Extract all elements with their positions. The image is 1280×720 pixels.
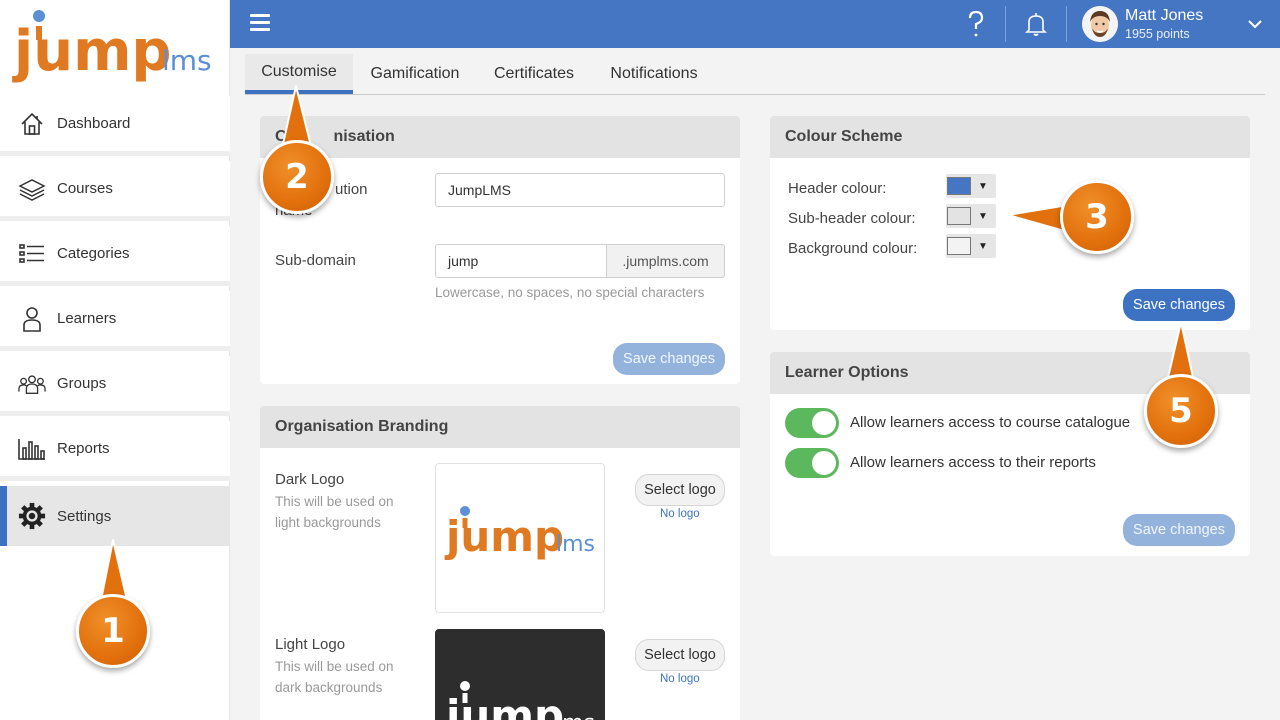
sidebar-item-dashboard[interactable]: Dashboard bbox=[0, 96, 230, 156]
organisation-name-input[interactable]: JumpLMS bbox=[435, 173, 725, 207]
hamburger-menu-icon[interactable] bbox=[250, 14, 270, 34]
jumplms-logo-preview: jump lms bbox=[444, 506, 595, 561]
branding-card-title: Organisation Branding bbox=[260, 406, 740, 448]
subdomain-label: Sub-domain bbox=[275, 252, 356, 269]
jumplms-logo[interactable]: jump lms bbox=[12, 8, 222, 92]
organisation-card-title: Onisation bbox=[260, 116, 740, 158]
catalogue-access-toggle[interactable] bbox=[785, 408, 839, 438]
dark-logo-hint-line1: This will be used on bbox=[275, 494, 394, 509]
caret-down-icon: ▼ bbox=[978, 210, 988, 222]
light-logo-hint-line1: This will be used on bbox=[275, 659, 394, 674]
sidebar-item-reports[interactable]: Reports bbox=[0, 421, 230, 481]
svg-text:lms: lms bbox=[556, 532, 595, 557]
sidebar-item-label: Learners bbox=[57, 310, 117, 327]
help-icon[interactable] bbox=[963, 10, 989, 38]
header-colour-swatch bbox=[947, 177, 971, 195]
jumplms-logo-preview-light: jump lms bbox=[444, 681, 595, 720]
tab-certificates[interactable]: Certificates bbox=[481, 54, 587, 94]
light-select-logo-button[interactable]: Select logo bbox=[635, 639, 725, 671]
logo-jump-text: jump bbox=[12, 19, 172, 84]
colour-scheme-title: Colour Scheme bbox=[770, 116, 1250, 158]
background-colour-swatch bbox=[947, 237, 971, 255]
caret-down-icon: ▼ bbox=[978, 180, 988, 192]
sidebar-item-label: Categories bbox=[57, 245, 130, 262]
sidebar-item-label: Reports bbox=[57, 440, 110, 457]
sidebar-item-courses[interactable]: Courses bbox=[0, 161, 230, 221]
sidebar-item-label: Settings bbox=[57, 507, 112, 525]
user-points: 1955 points bbox=[1125, 27, 1190, 41]
sidebar-item-groups[interactable]: Groups bbox=[0, 356, 230, 416]
dark-logo-preview: jump lms bbox=[435, 463, 605, 613]
user-name[interactable]: Matt Jones bbox=[1125, 7, 1203, 25]
dark-logo-label: Dark Logo bbox=[275, 471, 345, 488]
callout-step-2: 2 bbox=[260, 140, 334, 214]
tab-notifications[interactable]: Notifications bbox=[595, 54, 713, 94]
organisation-name-label: ution bbox=[335, 181, 368, 198]
bar-chart-icon bbox=[18, 435, 46, 463]
list-icon bbox=[18, 240, 46, 268]
tab-gamification[interactable]: Gamification bbox=[357, 54, 473, 94]
sidebar-item-label: Dashboard bbox=[57, 115, 131, 132]
group-icon bbox=[18, 370, 46, 398]
organisation-save-button[interactable]: Save changes bbox=[613, 343, 725, 375]
toggle-knob bbox=[812, 411, 836, 435]
light-logo-preview: jump lms bbox=[435, 629, 605, 720]
organisation-branding-card: Organisation Branding Dark Logo This wil… bbox=[260, 406, 740, 720]
header-separator bbox=[1066, 6, 1067, 42]
subdomain-hint: Lowercase, no spaces, no special charact… bbox=[435, 285, 705, 300]
light-logo-hint-line2: dark backgrounds bbox=[275, 680, 383, 695]
callout-step-1: 1 bbox=[76, 594, 150, 668]
reports-access-label: Allow learners access to their reports bbox=[850, 454, 1096, 471]
dark-select-logo-button[interactable]: Select logo bbox=[635, 474, 725, 506]
subheader-colour-picker[interactable]: ▼ bbox=[946, 204, 996, 228]
caret-down-icon: ▼ bbox=[978, 240, 988, 252]
organisation-card: Onisation ution name JumpLMS Sub-domain … bbox=[260, 116, 740, 384]
svg-text:lms: lms bbox=[556, 711, 595, 720]
top-header: Matt Jones 1955 points bbox=[230, 0, 1280, 48]
background-colour-picker[interactable]: ▼ bbox=[946, 234, 996, 258]
dark-logo-hint-line2: light backgrounds bbox=[275, 515, 381, 530]
reports-access-toggle[interactable] bbox=[785, 448, 839, 478]
svg-text:jump: jump bbox=[444, 512, 564, 561]
svg-text:jump: jump bbox=[444, 691, 564, 720]
sidebar-item-categories[interactable]: Categories bbox=[0, 226, 230, 286]
sidebar-item-label: Courses bbox=[57, 180, 113, 197]
courses-stack-icon bbox=[18, 175, 46, 203]
background-colour-label: Background colour: bbox=[788, 240, 918, 257]
subheader-colour-label: Sub-header colour: bbox=[788, 210, 916, 227]
catalogue-access-label: Allow learners access to course catalogu… bbox=[850, 414, 1131, 431]
tab-customise[interactable]: Customise bbox=[245, 54, 353, 94]
chevron-down-icon[interactable] bbox=[1247, 16, 1263, 32]
colour-scheme-card: Colour Scheme Header colour: ▼ Sub-heade… bbox=[770, 116, 1250, 330]
toggle-knob bbox=[812, 451, 836, 475]
logo-lms-text: lms bbox=[162, 44, 212, 77]
subheader-colour-swatch bbox=[947, 207, 971, 225]
subdomain-input[interactable]: jump bbox=[435, 244, 607, 278]
user-icon bbox=[18, 305, 46, 333]
subdomain-suffix: .jumplms.com bbox=[607, 244, 725, 278]
light-logo-label: Light Logo bbox=[275, 636, 346, 653]
home-icon bbox=[18, 110, 46, 138]
header-separator bbox=[1005, 6, 1006, 42]
header-colour-picker[interactable]: ▼ bbox=[946, 174, 996, 198]
sidebar-item-settings[interactable]: Settings bbox=[0, 486, 230, 546]
header-colour-label: Header colour: bbox=[788, 180, 887, 197]
colour-scheme-save-button[interactable]: Save changes bbox=[1123, 289, 1235, 321]
dark-no-logo-link[interactable]: No logo bbox=[660, 508, 700, 520]
settings-tabs: Customise Gamification Certificates Noti… bbox=[245, 54, 1265, 95]
gear-icon bbox=[18, 502, 46, 530]
light-no-logo-link[interactable]: No logo bbox=[660, 673, 700, 685]
sidebar-item-label: Groups bbox=[57, 375, 107, 392]
sidebar-item-learners[interactable]: Learners bbox=[0, 291, 230, 351]
callout-step-5: 5 bbox=[1144, 374, 1218, 448]
callout-step-3: 3 bbox=[1060, 180, 1134, 254]
learner-options-save-button[interactable]: Save changes bbox=[1123, 514, 1235, 546]
avatar[interactable] bbox=[1082, 6, 1118, 42]
bell-icon[interactable] bbox=[1025, 12, 1047, 36]
